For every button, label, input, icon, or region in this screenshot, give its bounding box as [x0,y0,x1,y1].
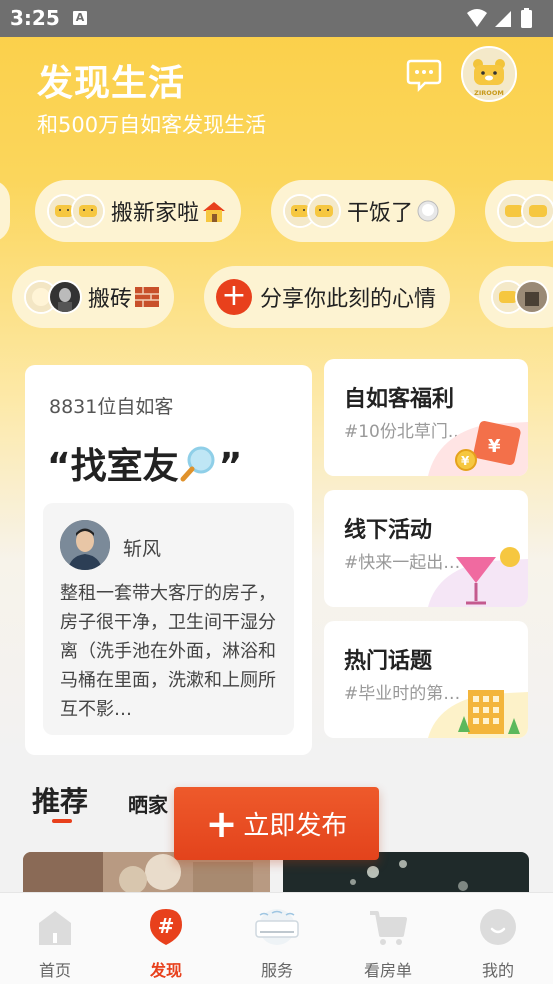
avatar [521,194,553,228]
building-icon [428,690,528,738]
post-text: 整租一套带大客厅的房子，房子很干净，卫生间干湿分离（洗手池在外面，淋浴和马桶在里… [60,583,276,720]
wifi-icon [467,9,487,27]
topic-chip-moving[interactable]: 搬新家啦 [35,180,242,242]
svg-text:¥: ¥ [488,436,501,457]
page-title: 发现生活 [37,63,186,104]
card-title: 线下活动 [344,518,433,543]
topic-chip-eating[interactable]: 干饭了 [271,180,456,242]
bottom-nav: 首页 # 发现 服务 看房单 我的 [0,892,553,984]
post-preview[interactable]: 斩风 整租一套带大客厅的房子，房子很干净，卫生间干湿分离（洗手池在外面，淋浴和马… [43,503,294,735]
events-card[interactable]: 线下活动 #快来一起出门... [324,490,528,607]
nav-item-service[interactable]: 服务 [222,893,332,984]
tab-recommend[interactable]: 推荐 [32,780,88,820]
status-bar: 3:25 A [0,0,553,37]
nav-item-viewing-list[interactable]: 看房单 [333,893,443,984]
topic-chip-partial[interactable] [485,180,553,242]
benefits-card[interactable]: 自如客福利 #10份北草门... ¥ ¥ [324,359,528,476]
svg-text:#: # [158,914,175,938]
bear-mascot-icon: ZIROOM [463,48,515,100]
battery-icon [521,10,532,28]
nav-label: 服务 [260,961,293,980]
nav-label: 我的 [481,961,514,980]
cart-icon [370,911,407,945]
nav-label: 看房单 [363,961,412,980]
page-subtitle: 和500万自如客发现生活 [37,113,267,137]
chip-label: 分享你此刻的心情 [260,287,437,312]
app-screen: 3:25 A 发现生活 和500万自如客发现生活 ZIROOM 搬新家啦 干饭了… [0,0,553,984]
nav-label: 发现 [149,961,182,980]
rice-bowl-emoji-icon [417,200,439,222]
topic-chip-partial[interactable] [479,266,553,328]
tab-active-indicator [52,819,72,823]
topic-chip-work[interactable]: 搬砖 [12,266,175,328]
status-icons [467,8,532,28]
svg-text:¥: ¥ [461,454,470,468]
air-conditioner-icon [255,909,299,945]
nav-label: 首页 [38,961,71,980]
card-title: 自如客福利 [344,387,455,412]
avatar [48,280,82,314]
card-title: “找室友 ” [47,446,243,487]
publish-label: 立即发布 [243,811,348,841]
add-icon: + [216,279,252,315]
cocktail-icon [428,547,528,607]
user-avatar[interactable]: ZIROOM [461,46,517,102]
nav-item-home[interactable]: 首页 [0,893,110,984]
publish-button[interactable]: + 立即发布 [174,787,379,860]
signal-icon [495,11,511,27]
share-mood-chip[interactable]: + 分享你此刻的心情 [204,266,451,328]
chip-label: 搬砖 [88,287,133,312]
brick-emoji-icon [135,287,160,307]
tab-show-home[interactable]: 晒家 [128,789,168,818]
smile-face-icon [480,909,516,945]
member-count: 8831位自如客 [49,396,174,418]
coupon-coin-icon: ¥ ¥ [428,420,528,476]
status-time: 3:25 [10,6,60,30]
roommate-card[interactable]: 8831位自如客 “找室友 ” 斩风 整租一套带大客厅的房子，房子很干净，卫生间… [25,365,312,755]
hashtag-icon: # [150,909,182,945]
avatar [307,194,341,228]
chip-label: 搬新家啦 [111,201,200,226]
magnifier-icon [180,446,215,482]
avatar [515,280,549,314]
topic-chip-partial[interactable] [0,180,10,242]
nav-item-discover[interactable]: # 发现 [111,893,221,984]
hot-topics-card[interactable]: 热门话题 #毕业时的第一... [324,621,528,738]
author-name: 斩风 [123,538,162,560]
nav-item-profile[interactable]: 我的 [443,893,553,984]
avatar [71,194,105,228]
chip-label: 干饭了 [347,201,414,226]
house-emoji-icon [203,202,226,222]
home-icon [39,911,71,945]
plus-icon: + [205,801,238,846]
author-avatar [60,520,110,570]
card-title: 热门话题 [344,649,433,674]
message-icon[interactable] [405,58,443,92]
notification-icon: A [73,11,87,25]
svg-text:ZIROOM: ZIROOM [474,89,504,97]
